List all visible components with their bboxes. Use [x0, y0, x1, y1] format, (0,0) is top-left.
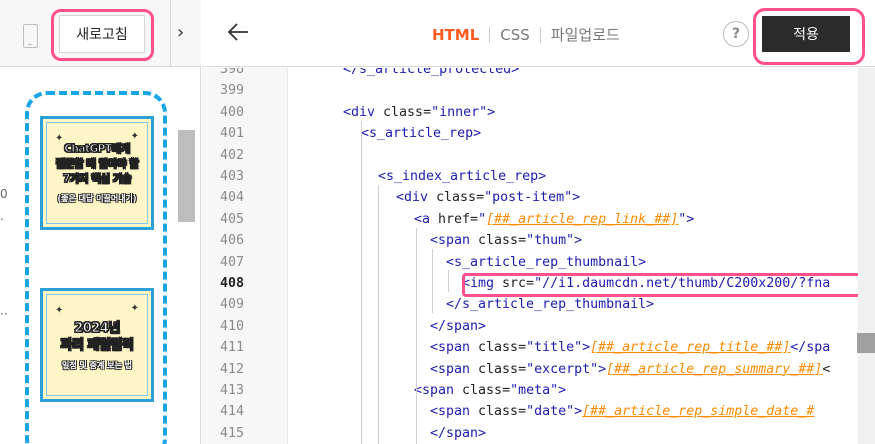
- mobile-device-icon[interactable]: [23, 24, 38, 48]
- code-text: </s_article_rep_thumbnail>: [446, 297, 655, 313]
- img-tag-highlight-annotation: [462, 273, 870, 297]
- code-text: <span class="date">[##_article_rep_simpl…: [430, 404, 815, 420]
- code-line[interactable]: 414 <span class="date">[##_article_rep_si…: [202, 401, 857, 422]
- code-text: <div class="post-item">: [396, 190, 581, 206]
- thumbnail-subtitle: (좋은 대답 이끌어내기): [57, 194, 137, 203]
- code-text: <s_article_rep_thumbnail>: [446, 254, 647, 270]
- blog-preview: 0 . ·· ✦ ✦ ChatGPT에게 질문할 때 알아야 할 7가지 핵심 …: [0, 68, 200, 444]
- thumbnail-subtitle: 일정 및 중계 보는 법: [61, 360, 133, 370]
- code-line[interactable]: 401 <s_article_rep>: [202, 123, 857, 144]
- sparkle-icon: ✦: [55, 133, 64, 144]
- code-text: </s_article_protected>: [343, 68, 520, 77]
- editor-scrollbar-track[interactable]: [858, 68, 875, 444]
- code-text: <span class="thum">: [430, 233, 583, 249]
- sparkle-icon: ✦: [55, 305, 64, 316]
- help-icon[interactable]: ?: [723, 21, 749, 47]
- post-thumbnail[interactable]: ✦ ✦ ChatGPT에게 질문할 때 알아야 할 7가지 핵심 기술 (좋은 …: [40, 116, 154, 230]
- chevron-right-icon[interactable]: ›: [177, 22, 184, 44]
- thumbnail-title-line: 2024년: [74, 320, 121, 336]
- code-text: </span>: [430, 318, 487, 334]
- tab-html[interactable]: HTML: [432, 26, 479, 44]
- preview-edge-mark: ··: [0, 307, 8, 321]
- line-number: 410: [219, 318, 244, 334]
- code-line[interactable]: 411 <span class="title">[##_article_rep_t…: [202, 337, 857, 358]
- code-line[interactable]: 415 </span>: [202, 423, 857, 444]
- preview-pane: 새로고침 › 0 . ·· ✦ ✦ ChatGPT에게 질문할 때 알아야 할 …: [0, 0, 201, 444]
- code-editor[interactable]: 398 </s_article_protected> 399 400 <div clas…: [202, 68, 875, 444]
- code-line[interactable]: 406 <span class="thum">: [202, 230, 857, 251]
- code-line[interactable]: 405 <a href="[##_article_rep_link_##]">: [202, 209, 857, 230]
- editor-tabs: HTML CSS 파일업로드: [432, 24, 620, 45]
- line-number: 412: [219, 361, 244, 377]
- thumbnail-title-line: 질문할 때 알아야 할: [55, 158, 139, 171]
- code-text: <div class="inner">: [343, 104, 496, 120]
- code-line[interactable]: 400 <div class="inner">: [202, 102, 857, 123]
- code-text: <s_article_rep>: [361, 126, 482, 142]
- thumbnail-title-line: 파리 패럴림픽: [60, 337, 134, 353]
- line-number: 399: [219, 83, 244, 99]
- preview-toolbar: 새로고침 ›: [0, 0, 201, 67]
- code-line[interactable]: 398 </s_article_protected>: [202, 68, 857, 80]
- tab-file-upload[interactable]: 파일업로드: [551, 24, 620, 45]
- tab-divider: [539, 26, 541, 43]
- line-number: 400: [219, 104, 244, 120]
- line-number: 406: [219, 233, 244, 249]
- code-text: <span class="meta">: [414, 383, 567, 398]
- line-number: 415: [219, 425, 244, 441]
- indent-guide: [361, 121, 362, 444]
- indent-guide: [416, 228, 417, 444]
- preview-edge-mark: .: [0, 209, 4, 223]
- code-line[interactable]: 403 <s_index_article_rep>: [202, 166, 857, 187]
- code-text: <span class="excerpt">[##_article_rep_su…: [430, 361, 831, 377]
- line-number: 398: [219, 68, 244, 77]
- preview-scrollbar[interactable]: [178, 130, 195, 222]
- code-line[interactable]: 402: [202, 145, 857, 166]
- code-line[interactable]: 410 </span>: [202, 316, 857, 337]
- refresh-highlight-annotation: [51, 9, 154, 61]
- sparkle-icon: ✦: [130, 303, 139, 314]
- code-line[interactable]: 407 <s_article_rep_thumbnail>: [202, 252, 857, 273]
- code-text: <span class="title">[##_article_rep_titl…: [430, 340, 831, 356]
- indent-guide: [432, 249, 433, 313]
- line-number: 408: [219, 276, 244, 291]
- tab-css[interactable]: CSS: [500, 26, 530, 44]
- code-line[interactable]: 412 <span class="excerpt">[##_article_rep…: [202, 359, 857, 380]
- line-number: 413: [219, 383, 244, 398]
- code-text: <a href="[##_article_rep_link_##]">: [414, 211, 695, 227]
- thumbnail-title-line: ChatGPT에게: [64, 143, 131, 156]
- line-number: 409: [219, 297, 244, 313]
- line-number: 404: [219, 190, 244, 206]
- line-number: 414: [219, 404, 244, 420]
- line-number: 411: [219, 340, 244, 356]
- thumbnail-title-line: 7가지 핵심 기술: [62, 173, 132, 186]
- code-text: <s_index_article_rep>: [378, 169, 547, 184]
- indent-guide: [378, 185, 379, 444]
- editor-toolbar: HTML CSS 파일업로드 ? 적용: [202, 0, 875, 67]
- editor-scrollbar-thumb[interactable]: [857, 333, 875, 353]
- line-number: 401: [219, 126, 244, 142]
- line-number: 407: [219, 254, 244, 270]
- sparkle-icon: ✦: [130, 131, 139, 142]
- toolbar-divider: [170, 0, 171, 67]
- code-line[interactable]: 413 <span class="meta">: [202, 380, 857, 401]
- preview-edge-mark: 0: [0, 187, 8, 201]
- post-thumbnail[interactable]: ✦ ✦ 2024년 파리 패럴림픽 일정 및 중계 보는 법: [40, 288, 154, 402]
- tab-divider: [489, 26, 491, 43]
- code-line[interactable]: 399: [202, 80, 857, 101]
- code-line[interactable]: 404 <div class="post-item">: [202, 187, 857, 208]
- indent-guide: [448, 270, 449, 292]
- line-number: 405: [219, 211, 244, 227]
- code-text: </span>: [430, 425, 487, 441]
- apply-highlight-annotation: [753, 8, 865, 65]
- line-number: 403: [219, 169, 244, 184]
- back-arrow-icon[interactable]: [226, 20, 250, 44]
- line-number: 402: [219, 147, 244, 163]
- code-line[interactable]: 409 </s_article_rep_thumbnail>: [202, 294, 857, 315]
